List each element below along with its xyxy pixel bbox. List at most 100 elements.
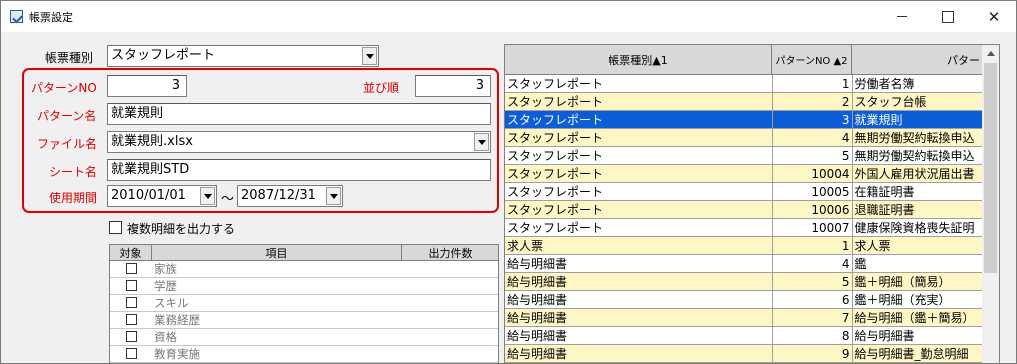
detail-row-checkbox[interactable] — [125, 331, 137, 342]
sheet-name-field[interactable]: 就業規則STD — [107, 159, 491, 181]
pattern-row[interactable]: 給与明細書 7 給与明細（鑑＋簡易） — [505, 308, 986, 327]
close-button[interactable]: ✕ — [971, 1, 1016, 32]
detail-row-checkbox[interactable] — [125, 280, 137, 291]
file-name-select[interactable]: 就業規則.xlsx — [107, 131, 491, 153]
pattern-row-name: 求人票 — [852, 236, 986, 255]
report-type-label: 帳票種別 — [45, 51, 94, 65]
detail-row[interactable]: スキル — [110, 294, 498, 312]
detail-row-count[interactable] — [402, 294, 498, 312]
pattern-name-field[interactable]: 就業規則 — [107, 103, 491, 125]
detail-header-item[interactable]: 項目 — [152, 245, 402, 261]
report-type-value: スタッフレポート — [111, 48, 216, 63]
detail-row-checkbox[interactable] — [125, 297, 137, 308]
pattern-row[interactable]: 給与明細書 6 鑑＋明細（充実） — [505, 290, 986, 309]
pattern-row-no: 9 — [772, 344, 853, 363]
scroll-up-arrow-icon[interactable] — [982, 45, 999, 62]
detail-row-count[interactable] — [402, 328, 498, 346]
pattern-row-no: 10006 — [772, 200, 853, 219]
pattern-row-name: 給与明細書_勤怠明細 — [852, 344, 986, 363]
pattern-row-type: 給与明細書 — [505, 290, 773, 309]
pattern-row-name: 無期労働契約転換申込 — [852, 146, 986, 165]
pattern-row[interactable]: スタッフレポート 1 労働者名簿 — [505, 75, 986, 93]
pattern-list-grid[interactable]: 帳票種別▲1 パターンNO ▲2 パター スタッフレポート 1 労働者名簿 スタッフレ… — [504, 44, 1000, 363]
pattern-row-no: 2 — [772, 92, 853, 111]
multi-detail-label: 複数明細を出力する — [127, 222, 236, 236]
detail-row-checkbox[interactable] — [125, 348, 137, 359]
detail-row-count[interactable] — [402, 311, 498, 329]
pattern-row-name: 外国人雇用状況届出書 — [852, 164, 986, 183]
period-to-select[interactable]: 2087/12/31 — [237, 185, 343, 207]
detail-row-label: 資格 — [152, 328, 402, 346]
detail-row-count[interactable] — [402, 261, 498, 278]
pattern-row-type: スタッフレポート — [505, 182, 773, 201]
chevron-down-icon[interactable] — [200, 187, 215, 205]
detail-row[interactable]: 業務経歴 — [110, 311, 498, 329]
pattern-row[interactable]: スタッフレポート 2 スタッフ台帳 — [505, 92, 986, 111]
detail-row-label: スキル — [152, 294, 402, 312]
pattern-row-name: 鑑＋明細（充実） — [852, 290, 986, 309]
pattern-row-name: スタッフ台帳 — [852, 92, 986, 111]
pattern-row-type: スタッフレポート — [505, 92, 773, 111]
pattern-row-no: 6 — [772, 290, 853, 309]
period-from-select[interactable]: 2010/01/01 — [107, 185, 217, 207]
detail-row[interactable]: 家族 — [110, 261, 498, 278]
pattern-row[interactable]: スタッフレポート 10006 退職証明書 — [505, 200, 986, 219]
title-bar: 帳票設定 ✕ — [1, 1, 1016, 32]
minimize-button[interactable] — [879, 1, 925, 32]
pattern-row-name: 労働者名簿 — [852, 75, 986, 93]
pattern-row-no: 7 — [772, 308, 853, 327]
detail-row[interactable]: 教育実施 — [110, 345, 498, 363]
pattern-no-label: パターンNO — [31, 81, 97, 95]
detail-row-count[interactable] — [402, 345, 498, 363]
pattern-row[interactable]: スタッフレポート 4 無期労働契約転換申込 — [505, 128, 986, 147]
detail-row-count[interactable] — [402, 277, 498, 295]
pattern-row-no: 5 — [772, 272, 853, 291]
detail-row[interactable]: 資格 — [110, 328, 498, 346]
sort-order-field[interactable]: 3 — [415, 75, 491, 97]
detail-row-checkbox[interactable] — [125, 314, 137, 325]
detail-row-label: 教育実施 — [152, 345, 402, 363]
chevron-down-icon[interactable] — [474, 133, 489, 151]
pattern-header-type[interactable]: 帳票種別▲1 — [505, 45, 772, 75]
detail-header-target[interactable]: 対象 — [110, 245, 152, 261]
pattern-row[interactable]: スタッフレポート 10007 健康保険資格喪失証明 — [505, 218, 986, 237]
pattern-header-name[interactable]: パター — [852, 45, 985, 75]
pattern-row-type: 給与明細書 — [505, 326, 773, 345]
pattern-row[interactable]: スタッフレポート 10004 外国人雇用状況届出書 — [505, 164, 986, 183]
detail-items-grid[interactable]: 対象 項目 出力件数 家族 学歴 スキル 業務経歴 資格 教育実施 — [109, 244, 499, 363]
pattern-row-type: スタッフレポート — [505, 128, 773, 147]
pattern-row-no: 4 — [772, 128, 853, 147]
pattern-no-field[interactable]: 3 — [107, 75, 187, 97]
detail-row[interactable]: 学歴 — [110, 277, 498, 295]
pattern-header-no[interactable]: パターンNO ▲2 — [772, 45, 852, 75]
pattern-row-name: 健康保険資格喪失証明 — [852, 218, 986, 237]
pattern-row-type: スタッフレポート — [505, 164, 773, 183]
pattern-row[interactable]: 給与明細書 5 鑑＋明細（簡易） — [505, 272, 986, 291]
report-settings-window: 帳票設定 ✕ 帳票種別 スタッフレポート パターンNO 3 並び順 3 パターン… — [0, 0, 1017, 364]
pattern-row[interactable]: スタッフレポート 3 就業規則 — [505, 110, 986, 129]
pattern-row[interactable]: 給与明細書 8 給与明細書 — [505, 326, 986, 345]
pattern-row[interactable]: 給与明細書 9 給与明細書_勤怠明細 — [505, 344, 986, 363]
pattern-grid-header: 帳票種別▲1 パターンNO ▲2 パター — [505, 45, 985, 75]
chevron-down-icon[interactable] — [326, 187, 341, 205]
detail-row-checkbox[interactable] — [125, 263, 137, 274]
pattern-row-type: 給与明細書 — [505, 308, 773, 327]
pattern-row[interactable]: 給与明細書 4 鑑 — [505, 254, 986, 273]
pattern-row-type: 給与明細書 — [505, 344, 773, 363]
pattern-row-no: 1 — [772, 75, 853, 93]
pattern-row-no: 4 — [772, 254, 853, 273]
detail-grid-header: 対象 項目 出力件数 — [110, 245, 498, 261]
maximize-button[interactable] — [925, 1, 971, 32]
period-from-value: 2010/01/01 — [111, 188, 186, 203]
detail-row-label: 業務経歴 — [152, 311, 402, 329]
detail-header-count[interactable]: 出力件数 — [402, 245, 498, 261]
report-type-select[interactable]: スタッフレポート — [107, 45, 379, 67]
scrollbar-thumb[interactable] — [984, 63, 997, 273]
chevron-down-icon[interactable] — [362, 47, 377, 65]
pattern-row[interactable]: スタッフレポート 10005 在籍証明書 — [505, 182, 986, 201]
pattern-row[interactable]: 求人票 1 求人票 — [505, 236, 986, 255]
pattern-row[interactable]: スタッフレポート 5 無期労働契約転換申込 — [505, 146, 986, 165]
pattern-row-type: スタッフレポート — [505, 146, 773, 165]
pattern-row-type: 給与明細書 — [505, 254, 773, 273]
multi-detail-checkbox[interactable] — [109, 221, 122, 234]
